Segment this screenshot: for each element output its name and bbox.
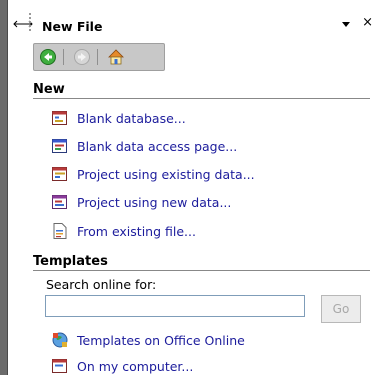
on-my-computer-link[interactable]: On my computer... xyxy=(51,356,193,376)
project-new-data-label: Project using new data... xyxy=(77,194,232,210)
go-button[interactable]: Go xyxy=(321,295,361,323)
nav-separator xyxy=(97,49,98,65)
project-existing-data-icon xyxy=(52,167,67,181)
close-icon[interactable]: × xyxy=(362,16,373,29)
section-templates-header: Templates xyxy=(33,254,370,271)
pane-menu-dropdown-icon[interactable] xyxy=(342,22,350,27)
my-computer-icon xyxy=(52,359,67,373)
blank-database-icon xyxy=(52,111,67,125)
search-online-label: Search online for: xyxy=(46,277,157,292)
project-new-data-icon xyxy=(52,195,67,209)
pane-title: New File xyxy=(42,19,103,34)
from-existing-file-link[interactable]: From existing file... xyxy=(51,221,196,241)
pane-nav-toolbar xyxy=(33,43,165,71)
project-existing-data-link[interactable]: Project using existing data... xyxy=(51,164,255,184)
back-arrow-icon[interactable] xyxy=(39,48,57,66)
home-icon[interactable] xyxy=(107,48,125,66)
data-access-page-icon xyxy=(52,139,67,153)
office-online-icon xyxy=(52,332,68,348)
project-new-data-link[interactable]: Project using new data... xyxy=(51,192,231,212)
blank-database-label: Blank database... xyxy=(77,110,186,126)
existing-file-icon xyxy=(53,223,67,239)
search-online-input[interactable] xyxy=(45,295,305,317)
templates-office-online-link[interactable]: Templates on Office Online xyxy=(51,330,245,350)
nav-separator xyxy=(63,49,64,65)
from-existing-file-label: From existing file... xyxy=(77,223,196,239)
section-new-header: New xyxy=(33,82,370,99)
window-edge-strip xyxy=(0,0,8,375)
project-existing-data-label: Project using existing data... xyxy=(77,166,255,182)
templates-office-online-label: Templates on Office Online xyxy=(77,332,245,348)
task-pane: New File × New Blank database... Blank d… xyxy=(8,0,379,375)
blank-data-access-page-label: Blank data access page... xyxy=(77,138,238,154)
on-my-computer-label: On my computer... xyxy=(77,358,194,374)
task-pane-titlebar: New File × xyxy=(8,10,379,36)
blank-database-link[interactable]: Blank database... xyxy=(51,108,186,128)
blank-data-access-page-link[interactable]: Blank data access page... xyxy=(51,136,237,156)
drag-grip[interactable] xyxy=(29,13,31,33)
forward-arrow-icon[interactable] xyxy=(73,48,91,66)
